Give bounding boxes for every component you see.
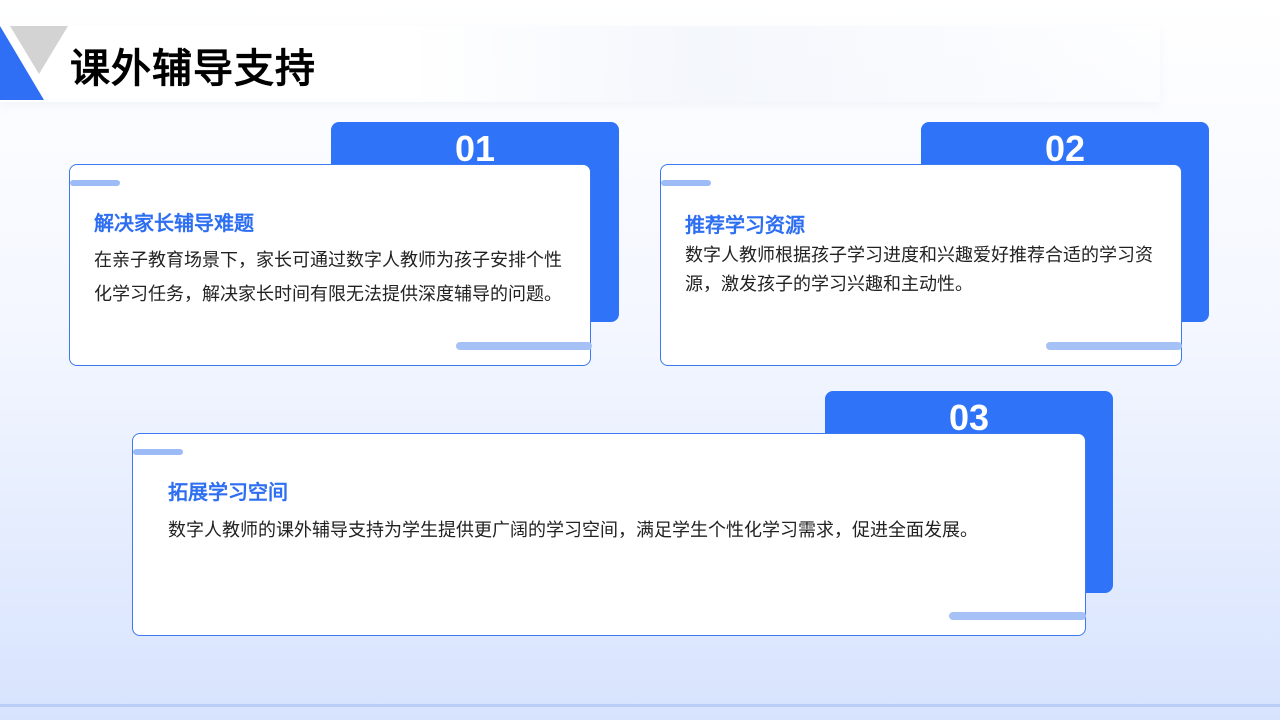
card-number: 03 [948, 397, 990, 438]
page-title: 课外辅导支持 [70, 46, 316, 92]
card-accent-bottom [456, 342, 592, 350]
card-title: 拓展学习空间 [168, 480, 288, 504]
card-03: 拓展学习空间 数字人教师的课外辅导支持为学生提供更广阔的学习空间，满足学生个性化… [132, 433, 1086, 636]
card-number: 01 [454, 128, 496, 169]
card-accent-bottom [1046, 342, 1182, 350]
card-text: 数字人教师根据孩子学习进度和兴趣爱好推荐合适的学习资源，激发孩子的学习兴趣和主动… [685, 245, 1153, 295]
card-text: 在亲子教育场景下，家长可通过数字人教师为孩子安排个性化学习任务，解决家长时间有限… [94, 250, 562, 305]
card-02: 推荐学习资源 数字人教师根据孩子学习进度和兴趣爱好推荐合适的学习资源，激发孩子的… [660, 164, 1182, 366]
card-accent-top [661, 180, 711, 186]
bottom-divider [0, 704, 1280, 707]
card-accent-bottom [949, 612, 1086, 620]
card-number: 02 [1044, 128, 1086, 169]
card-title: 解决家长辅导难题 [94, 211, 254, 235]
card-accent-top [133, 449, 183, 455]
card-text: 数字人教师的课外辅导支持为学生提供更广阔的学习空间，满足学生个性化学习需求，促进… [168, 520, 978, 541]
card-title: 推荐学习资源 [685, 213, 805, 237]
card-accent-top [70, 180, 120, 186]
card-01: 解决家长辅导难题 在亲子教育场景下，家长可通过数字人教师为孩子安排个性化学习任务… [69, 164, 592, 366]
corner-gray-triangle [10, 26, 68, 74]
